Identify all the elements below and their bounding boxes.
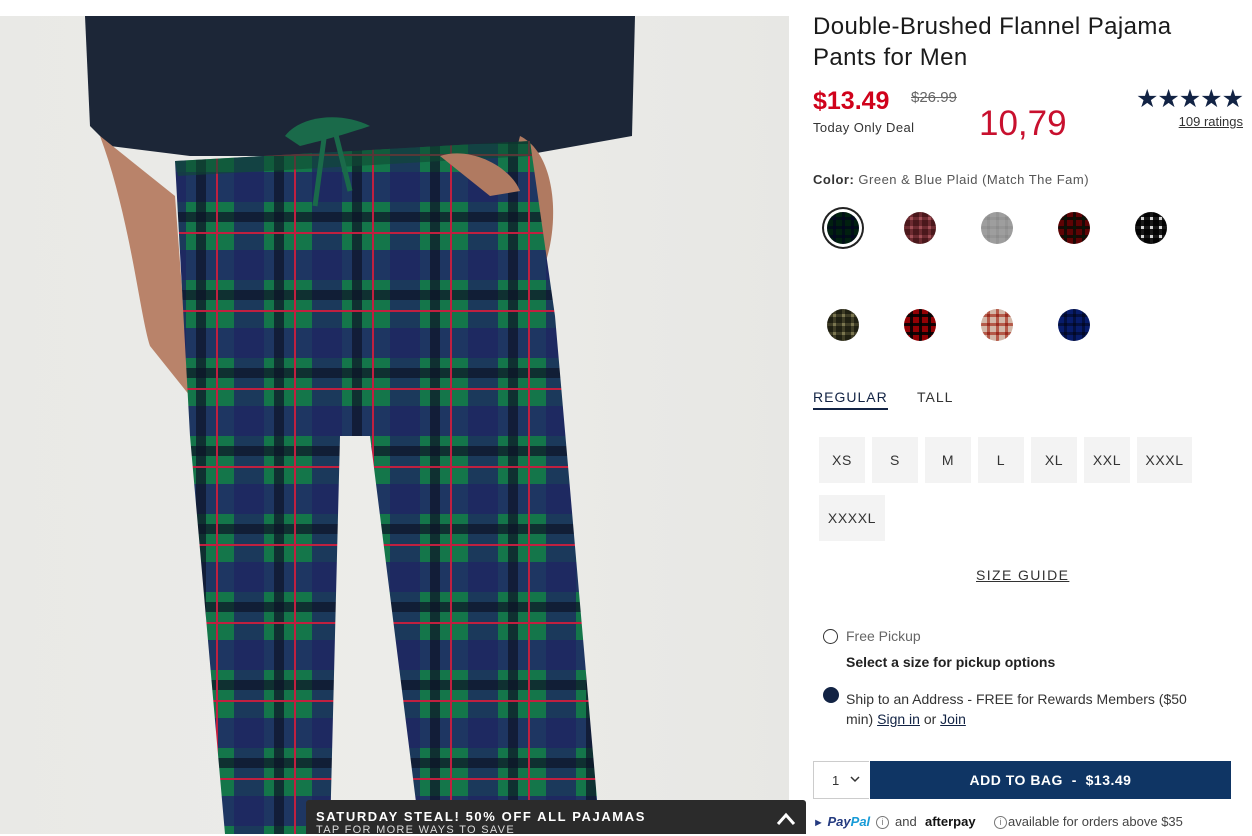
swatch-olive-plaid[interactable] (827, 309, 859, 341)
chevron-down-icon (850, 776, 860, 783)
swatch-mauve-plaid[interactable] (904, 212, 936, 244)
size-xxxxl-button[interactable]: XXXXL (819, 495, 885, 541)
size-xxxl-button[interactable]: XXXL (1137, 437, 1192, 483)
join-link[interactable]: Join (940, 711, 966, 727)
pickup-label[interactable]: Free Pickup (846, 628, 921, 644)
or-text: or (923, 711, 937, 727)
paypal-logo-b: Pal (850, 814, 871, 829)
swatch-cream-red-plaid[interactable] (981, 309, 1013, 341)
size-s-button[interactable]: S (872, 437, 918, 483)
color-label-prefix: Color: (813, 172, 855, 187)
sign-in-link[interactable]: Sign in (877, 711, 920, 727)
quantity-select[interactable]: 1 (813, 761, 869, 799)
swatch-heather-gray[interactable] (981, 212, 1013, 244)
ratings-link[interactable]: 109 ratings (1179, 114, 1243, 129)
afterpay-note: available for orders above $35 (1008, 814, 1183, 829)
promo-title: SATURDAY STEAL! 50% OFF ALL PAJAMAS (316, 809, 646, 824)
size-xxl-button[interactable]: XXL (1084, 437, 1130, 483)
paypal-logo-a: Pay (827, 814, 851, 829)
deal-label: Today Only Deal (813, 120, 915, 135)
quantity-value: 1 (832, 773, 840, 788)
size-xl-button[interactable]: XL (1031, 437, 1077, 483)
original-price: $26.99 (911, 89, 957, 106)
add-to-bag-button[interactable]: ADD TO BAG - $13.49 (870, 761, 1231, 799)
ship-option-text: Ship to an Address - FREE for Rewards Me… (846, 689, 1241, 729)
color-label: Color: Green & Blue Plaid (Match The Fam… (813, 172, 1089, 187)
swatch-red-black-buffalo[interactable] (904, 309, 936, 341)
size-guide-link[interactable]: SIZE GUIDE (976, 567, 1069, 583)
tab-tall[interactable]: TALL (917, 389, 953, 405)
ship-radio[interactable] (823, 687, 839, 703)
afterpay-info-icon[interactable]: i (994, 816, 1007, 829)
chevron-up-icon[interactable] (776, 812, 796, 826)
converted-price: 10,79 (979, 104, 1067, 143)
info-icon[interactable]: i (876, 816, 889, 829)
size-l-button[interactable]: L (978, 437, 1024, 483)
ship-label: Ship to an Address - FREE for Rewards Me… (846, 691, 1187, 707)
product-title: Double-Brushed Flannel Pajama Pants for … (813, 13, 1172, 71)
swatch-blue-buffalo[interactable] (1058, 309, 1090, 341)
sale-price: $13.49 (813, 87, 890, 115)
product-details: Double-Brushed Flannel Pajama Pants for … (813, 0, 1244, 834)
swatch-black-white-buffalo[interactable] (1135, 212, 1167, 244)
pickup-radio[interactable] (823, 629, 838, 644)
payment-options: ► PayPal i and afterpay i available for … (813, 813, 1243, 833)
swatch-green-blue-plaid[interactable] (827, 212, 859, 244)
afterpay-logo: afterpay (925, 814, 976, 829)
tab-regular[interactable]: REGULAR (813, 389, 888, 410)
product-photo-illustration (85, 16, 635, 834)
size-xs-button[interactable]: XS (819, 437, 865, 483)
product-image[interactable] (0, 16, 789, 834)
and-text: and (895, 814, 917, 829)
color-value: Green & Blue Plaid (Match The Fam) (858, 172, 1090, 187)
paypal-logo: ► PayPal (813, 814, 871, 829)
promo-banner[interactable]: SATURDAY STEAL! 50% OFF ALL PAJAMAS TAP … (306, 800, 806, 836)
promo-subtitle: TAP FOR MORE WAYS TO SAVE (316, 824, 515, 836)
star-rating-icon: ★★★★★ (1135, 85, 1244, 113)
ship-label-cont: min) (846, 711, 874, 727)
size-m-button[interactable]: M (925, 437, 971, 483)
pickup-note: Select a size for pickup options (846, 654, 1056, 670)
swatch-red-tartan[interactable] (1058, 212, 1090, 244)
